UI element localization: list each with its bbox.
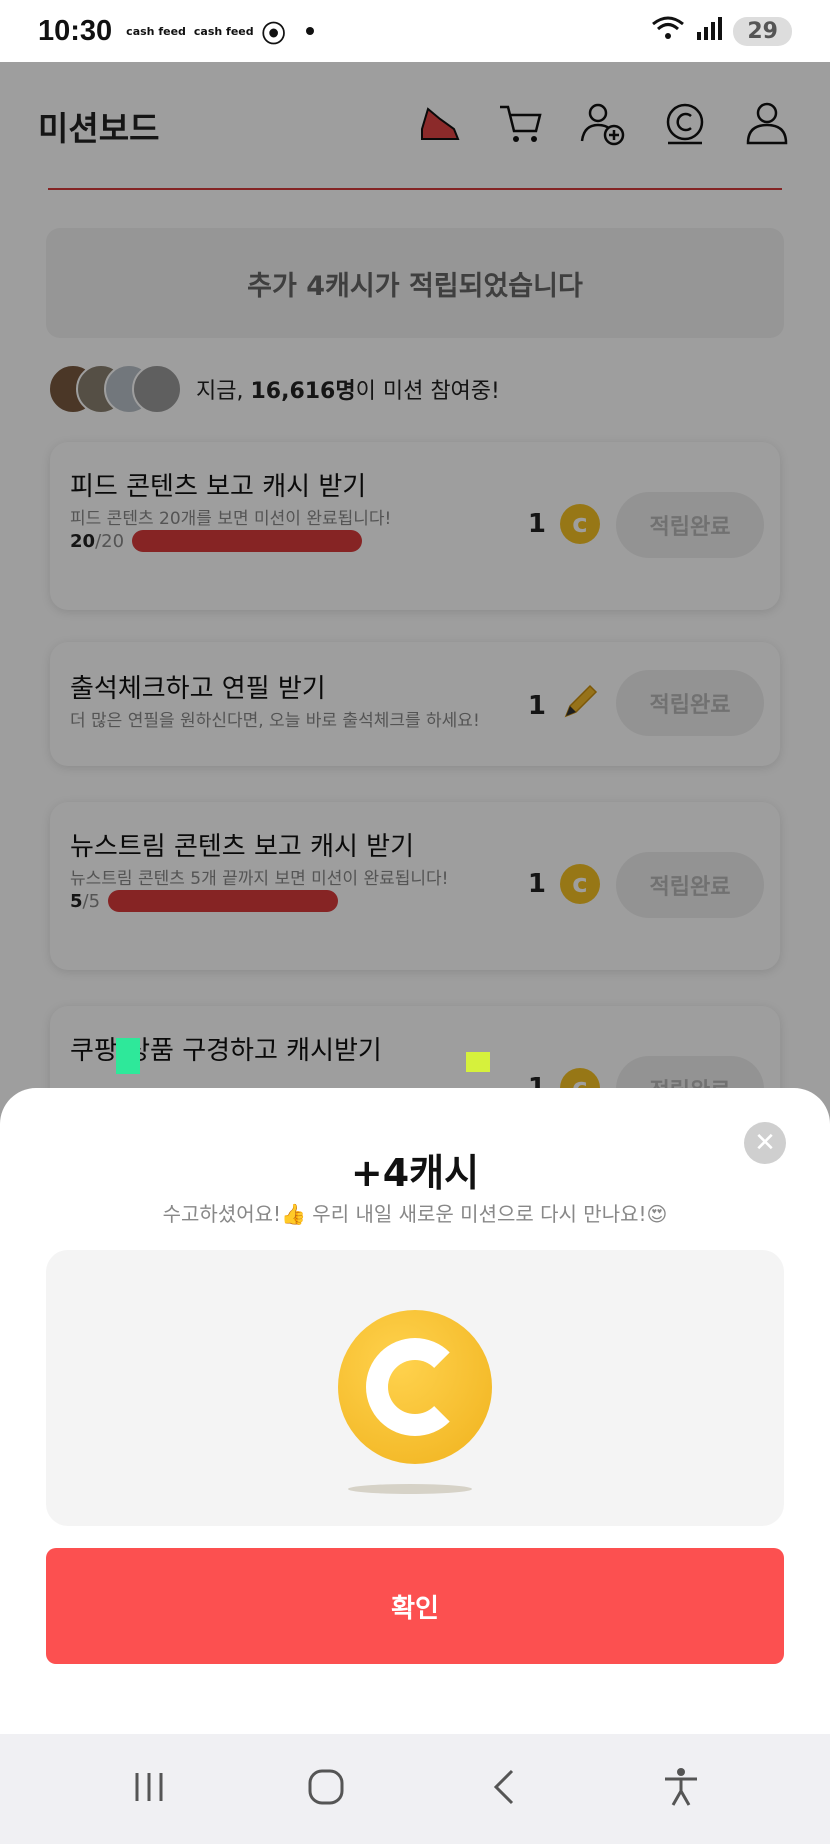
cashfeed-notification-icon-2: cash feed bbox=[193, 24, 254, 38]
status-time: 10:30 bbox=[38, 14, 113, 47]
accessibility-icon[interactable] bbox=[659, 1765, 703, 1813]
recent-apps-icon[interactable] bbox=[127, 1765, 171, 1813]
cashfeed-notification-icon: cash feed bbox=[126, 24, 186, 38]
home-icon[interactable] bbox=[304, 1765, 348, 1813]
status-bar: 10:30 cash feed cash feed ⦿ 29 bbox=[0, 0, 830, 62]
coin-icon bbox=[338, 1310, 492, 1464]
render-artifact bbox=[466, 1052, 490, 1072]
confirm-button[interactable]: 확인 bbox=[46, 1548, 784, 1664]
signal-icon bbox=[695, 14, 723, 49]
render-artifact bbox=[116, 1038, 140, 1074]
back-icon[interactable] bbox=[482, 1765, 526, 1813]
battery-indicator: 29 bbox=[733, 16, 792, 46]
reward-amount-title: +4캐시 bbox=[350, 1151, 480, 1195]
status-app-icon: ⦿ bbox=[261, 19, 286, 48]
wifi-icon bbox=[651, 14, 685, 49]
notification-dot bbox=[305, 27, 314, 35]
reward-message: 수고하셨어요!👍 우리 내일 새로운 미션으로 다시 만나요!😍 bbox=[162, 1202, 668, 1226]
reward-bottom-sheet: ✕ +4캐시 수고하셨어요!👍 우리 내일 새로운 미션으로 다시 만나요!😍 … bbox=[0, 1088, 830, 1734]
coin-panel bbox=[46, 1250, 784, 1526]
system-nav-bar bbox=[0, 1734, 830, 1844]
coin-shadow bbox=[348, 1484, 472, 1494]
